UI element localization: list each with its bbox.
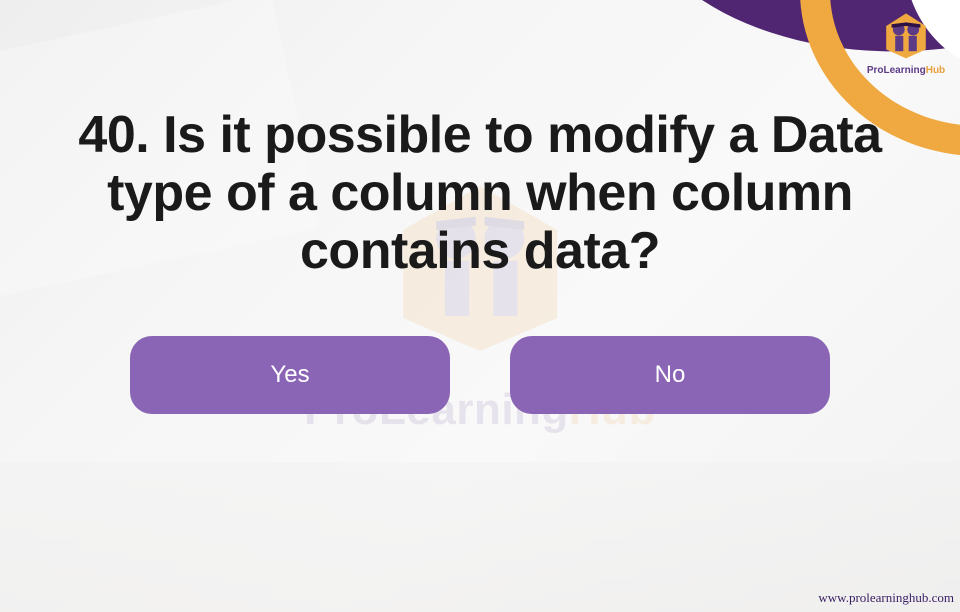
brand-small-prolearning: ProLearning bbox=[867, 65, 926, 76]
footer-url: www.prolearninghub.com bbox=[818, 590, 954, 606]
option-yes-button[interactable]: Yes bbox=[130, 336, 450, 414]
options-row: Yes No bbox=[0, 336, 960, 414]
brand-small-hub: Hub bbox=[926, 65, 945, 76]
brand-logo-text: ProLearningHub bbox=[860, 65, 952, 76]
brand-logo-small: ProLearningHub bbox=[860, 8, 952, 76]
question-text: 40. Is it possible to modify a Data type… bbox=[50, 106, 910, 281]
option-no-button[interactable]: No bbox=[510, 336, 830, 414]
bg-overlay bbox=[0, 0, 960, 612]
brand-logo-icon bbox=[879, 8, 933, 62]
